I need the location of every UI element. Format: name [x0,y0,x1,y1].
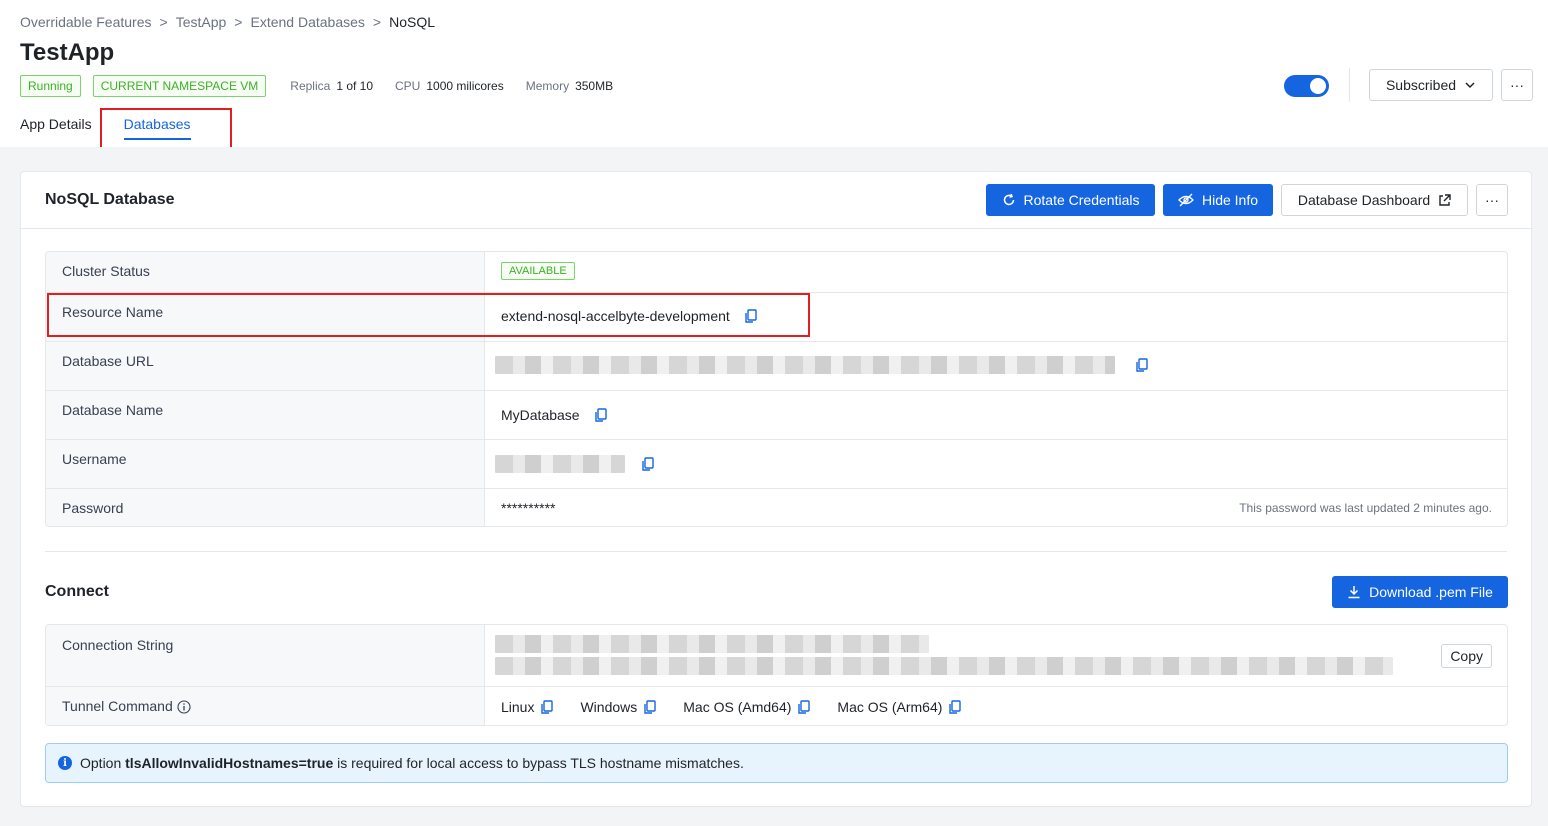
table-row-database-name: Database Name MyDatabase [46,390,1507,439]
username-redacted [495,455,625,473]
card-header-divider [21,228,1531,229]
copy-icon[interactable] [1135,358,1149,372]
database-name-value: MyDatabase [501,407,580,423]
connection-string-line-1 [495,635,929,653]
tls-info-alert: i Option tlsAllowInvalidHostnames=true i… [45,743,1508,783]
tunnel-command-label-cell: Tunnel Command [46,687,485,725]
card-title: NoSQL Database [45,191,175,208]
database-url-label: Database URL [46,342,485,390]
hide-info-button[interactable]: Hide Info [1163,184,1273,216]
subscribed-dropdown-button[interactable]: Subscribed [1369,69,1493,101]
copy-connection-string-button[interactable]: Copy [1441,644,1492,668]
hide-info-label: Hide Info [1201,192,1259,208]
tab-app-details[interactable]: App Details [20,116,92,132]
eye-off-icon [1178,193,1194,207]
section-divider [45,551,1507,552]
connection-string-redacted [495,635,1393,675]
password-label: Password [46,489,485,526]
tunnel-os-options: Linux Windows Mac OS (Amd64) Mac OS (Arm… [501,699,988,715]
chevron-down-icon [1465,82,1475,89]
password-updated-hint: This password was last updated 2 minutes… [1239,501,1492,515]
table-row-password: Password ********** This password was la… [46,488,1507,526]
copy-icon[interactable] [594,408,608,422]
table-row-username: Username [46,439,1507,488]
rotate-credentials-button[interactable]: Rotate Credentials [986,184,1155,216]
more-icon: ··· [1485,192,1499,208]
copy-icon[interactable] [948,700,962,714]
resource-name-highlight-annotation [47,293,810,337]
card-more-button[interactable]: ··· [1476,184,1508,216]
table-row-database-url: Database URL [46,341,1507,390]
running-status-badge: Running [20,75,81,97]
breadcrumb-item-extend-databases[interactable]: Extend Databases [250,14,364,30]
info-text: Option tlsAllowInvalidHostnames=true is … [80,755,744,771]
database-name-value-group: MyDatabase [501,407,608,423]
copy-icon[interactable] [641,457,655,471]
subscribed-label: Subscribed [1385,77,1457,93]
app-enabled-toggle[interactable] [1284,75,1329,97]
available-badge: AVAILABLE [501,262,575,280]
rotate-credentials-label: Rotate Credentials [1023,192,1140,208]
replica-value: 1 of 10 [336,79,374,93]
copy-icon[interactable] [540,700,554,714]
copy-icon[interactable] [797,700,811,714]
cluster-status-label: Cluster Status [46,252,485,292]
download-pem-button[interactable]: Download .pem File [1332,576,1508,608]
cpu-meta: CPU 1000 milicores [395,79,504,93]
tunnel-os-linux[interactable]: Linux [501,699,554,715]
more-icon: ··· [1510,77,1524,93]
database-dashboard-label: Database Dashboard [1297,192,1431,208]
cpu-value: 1000 milicores [426,79,504,93]
tunnel-os-mac-amd64[interactable]: Mac OS (Amd64) [683,699,811,715]
breadcrumb-item-overridable-features[interactable]: Overridable Features [20,14,152,30]
table-row-tunnel-command: Tunnel Command Linux Windows Mac OS (Amd… [46,686,1507,725]
refresh-icon [1003,193,1014,206]
database-dashboard-button[interactable]: Database Dashboard [1281,184,1468,216]
username-value-group [495,455,655,473]
tunnel-command-label: Tunnel Command [62,698,173,714]
database-url-redacted [495,356,1115,374]
memory-meta: Memory 350MB [525,79,614,93]
connection-string-label: Connection String [46,625,485,686]
info-circle-icon[interactable] [177,700,191,714]
connection-string-line-2 [495,657,1393,675]
cluster-status-value: AVAILABLE [501,262,575,280]
breadcrumb-separator: > [372,14,382,30]
table-row-connection-string: Connection String Copy [46,625,1507,686]
memory-value: 350MB [575,79,614,93]
username-label: Username [46,440,485,488]
page-title: TestApp [20,39,115,66]
table-row-cluster-status: Cluster Status AVAILABLE [46,252,1507,292]
toggle-knob [1310,78,1326,94]
namespace-badge: CURRENT NAMESPACE VM [92,75,267,97]
tunnel-os-mac-arm64[interactable]: Mac OS (Arm64) [837,699,962,715]
tunnel-os-windows[interactable]: Windows [580,699,657,715]
breadcrumb: Overridable Features > TestApp > Extend … [20,14,435,30]
info-option: tlsAllowInvalidHostnames=true [125,755,334,771]
password-value-group: ********** [501,500,555,516]
info-suffix: is required for local access to bypass T… [337,755,744,771]
database-url-value-group [495,356,1149,374]
password-value: ********** [501,500,556,516]
breadcrumb-separator: > [159,14,168,30]
connect-table: Connection String Copy Tunnel Command Li… [45,624,1508,726]
info-prefix: Option [80,755,122,771]
copy-icon[interactable] [643,700,657,714]
app-meta-row: Running CURRENT NAMESPACE VM Replica 1 of… [20,75,623,97]
replica-meta: Replica 1 of 10 [290,79,374,93]
database-name-label: Database Name [46,391,485,439]
connect-title: Connect [45,583,109,600]
breadcrumb-item-testapp[interactable]: TestApp [176,14,227,30]
breadcrumb-separator: > [234,14,243,30]
breadcrumb-item-nosql: NoSQL [389,14,435,30]
external-link-icon [1439,193,1451,206]
header-more-button[interactable]: ··· [1501,69,1533,101]
download-icon [1348,586,1360,599]
info-icon: i [58,756,72,770]
header-divider [1349,68,1350,102]
download-pem-label: Download .pem File [1369,584,1493,600]
